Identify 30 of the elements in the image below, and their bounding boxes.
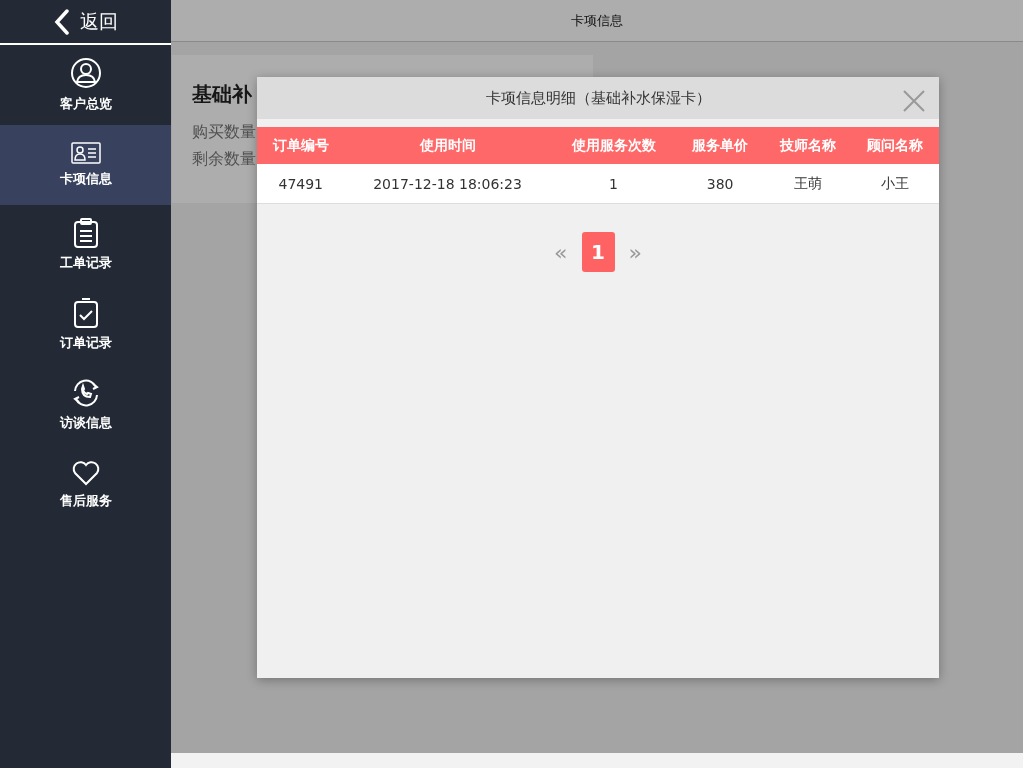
close-icon[interactable] bbox=[903, 90, 925, 112]
sidebar-item[interactable]: 访谈信息 bbox=[0, 365, 171, 445]
column-header: 服务单价 bbox=[676, 127, 764, 164]
card-title: 基础补 bbox=[192, 81, 252, 108]
table-cell: 2017-12-18 18:06:23 bbox=[344, 164, 551, 204]
table-cell: 47491 bbox=[257, 164, 345, 204]
sidebar-item[interactable]: 客户总览 bbox=[0, 45, 171, 125]
column-header: 顾问名称 bbox=[851, 127, 939, 164]
chevron-left-icon bbox=[53, 8, 70, 35]
id-card-icon bbox=[70, 142, 101, 164]
table-cell: 380 bbox=[676, 164, 764, 204]
clipboard-check-icon bbox=[72, 298, 99, 328]
table-cell: 王萌 bbox=[763, 164, 852, 204]
table-cell: 1 bbox=[550, 164, 677, 204]
sidebar-item[interactable]: 订单记录 bbox=[0, 285, 171, 365]
page-title: 卡项信息 bbox=[571, 11, 623, 30]
column-header: 订单编号 bbox=[257, 127, 345, 164]
sidebar-item[interactable]: 售后服务 bbox=[0, 445, 171, 525]
sidebar-item[interactable]: 卡项信息 bbox=[0, 125, 171, 205]
column-header: 技师名称 bbox=[763, 127, 852, 164]
column-header: 使用时间 bbox=[344, 127, 551, 164]
sidebar-item[interactable]: 工单记录 bbox=[0, 205, 171, 285]
user-icon bbox=[69, 57, 102, 89]
clipboard-icon bbox=[72, 218, 99, 248]
heart-icon bbox=[70, 460, 101, 486]
card-label: 购买数量 bbox=[192, 122, 256, 143]
modal-title: 卡项信息明细（基础补水保湿卡） bbox=[485, 88, 711, 108]
column-header: 使用服务次数 bbox=[550, 127, 677, 164]
card-label: 剩余数量 bbox=[192, 149, 256, 170]
table-cell: 小王 bbox=[851, 164, 939, 204]
